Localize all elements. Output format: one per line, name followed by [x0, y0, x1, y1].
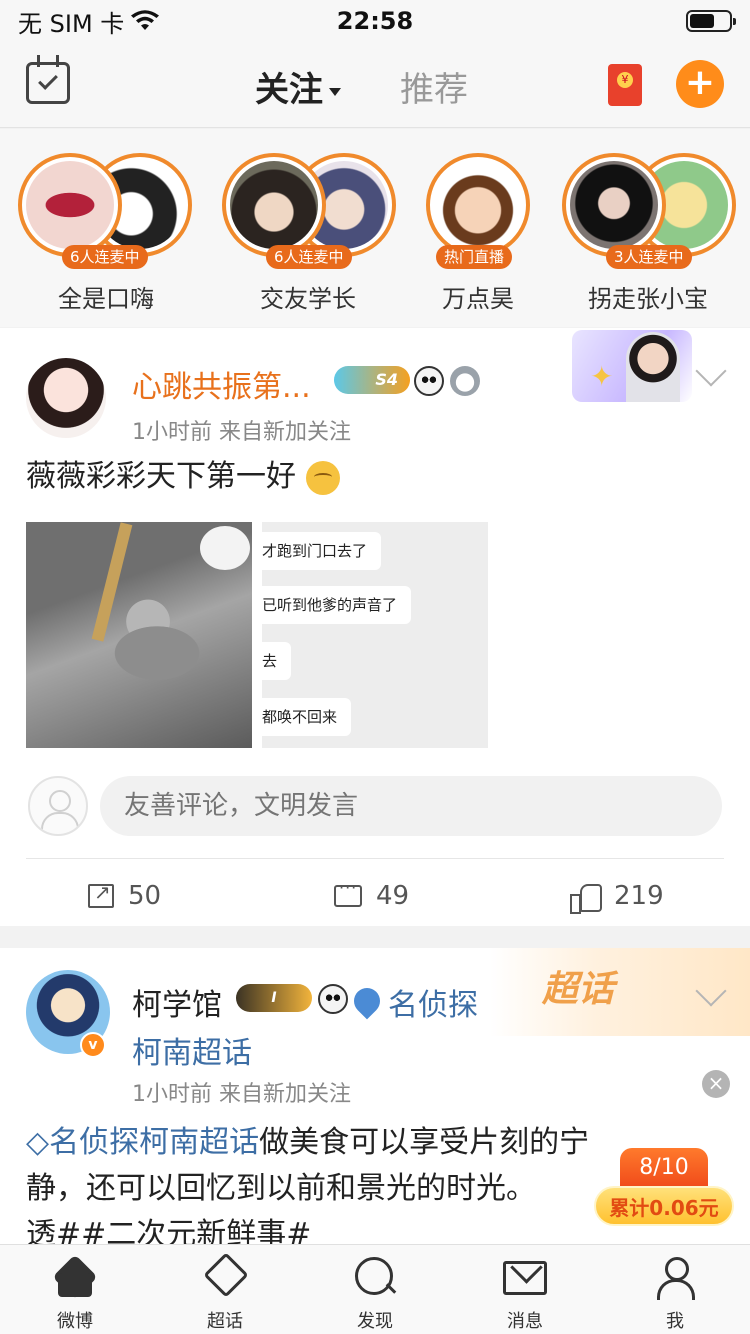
card-decoration: ✦ [572, 330, 692, 402]
level-badge: S4 [334, 366, 410, 394]
red-packet-icon[interactable] [608, 64, 642, 106]
comment-row [26, 776, 722, 836]
bottom-tab-bar: 微博 超话 发现 消息 我 [0, 1244, 750, 1334]
tab-label: 超话 [207, 1311, 243, 1332]
home-icon [54, 1257, 96, 1297]
chat-bubble: 才跑到门口去了 [262, 532, 382, 570]
avatar [426, 153, 530, 257]
supertopic-link[interactable]: 名侦探 [388, 980, 478, 1024]
live-streamer-name: 拐走张小宝 [588, 285, 708, 313]
tab-me[interactable]: 我 [600, 1245, 750, 1334]
live-streamer-name: 全是口嗨 [58, 285, 154, 313]
post-body: 静，还可以回忆到以前和景光的时光。 [26, 1171, 536, 1206]
repost-button[interactable]: 50 [88, 876, 161, 916]
thumbs-up-icon [570, 882, 602, 914]
panda-icon [318, 984, 348, 1014]
chevron-down-icon[interactable] [695, 355, 727, 387]
topic-link[interactable]: ◇名侦探柯南超话 [26, 1125, 259, 1160]
sparkle-icon: ✦ [590, 360, 614, 393]
repost-icon [88, 880, 114, 908]
chat-bubble: 去 [262, 642, 292, 680]
post-username[interactable]: 心跳共振第... [132, 362, 311, 406]
post-text: ◇名侦探柯南超话做美食可以享受片刻的宁 [26, 1120, 589, 1166]
live-stream-row: 6人连麦中 全是口嗨 6人连麦中 交友学长 热门直播 万点昊 3人连麦中 拐走张… [0, 129, 750, 327]
tab-label: 发现 [357, 1311, 393, 1332]
comment-input[interactable] [100, 776, 722, 836]
crown-level-badge: I [236, 984, 312, 1012]
post-image[interactable]: 才跑到门口去了 已听到他爹的声音了 去 都唤不回来 [262, 522, 488, 748]
user-icon [655, 1257, 695, 1300]
post-meta: 1小时前 来自新加关注 [132, 420, 351, 445]
supertopic-banner-text: 超话 [542, 969, 615, 1010]
wifi-icon [131, 10, 160, 30]
live-streamer-name: 交友学长 [260, 285, 356, 313]
reward-total: 累计0.06元 [594, 1186, 734, 1226]
avatar [562, 153, 666, 257]
repost-count: 50 [128, 881, 162, 911]
avatar [18, 153, 122, 257]
topic-label: 名侦探柯南超话 [49, 1125, 260, 1160]
reward-progress: 8/10 [620, 1148, 708, 1188]
battery-fill [690, 14, 714, 28]
carrier-info: 无 SIM 卡 [18, 4, 278, 39]
like-button[interactable]: 219 [570, 876, 664, 916]
diamond-icon [202, 1257, 248, 1297]
tab-messages[interactable]: 消息 [450, 1245, 600, 1334]
live-badge: 6人连麦中 [62, 245, 148, 269]
like-count: 219 [614, 881, 664, 911]
comment-button[interactable]: 49 [334, 876, 409, 916]
chat-bubble: 都唤不回来 [262, 698, 352, 736]
battery-icon [686, 10, 736, 32]
status-bar: 无 SIM 卡 22:58 [0, 0, 750, 42]
mail-icon [503, 1261, 547, 1295]
checkin-calendar-icon[interactable] [26, 55, 70, 104]
post-body: 做美食可以享受片刻的宁 [259, 1125, 590, 1160]
live-streamer-name: 万点昊 [442, 285, 514, 313]
carrier-label: 无 SIM 卡 [18, 9, 125, 38]
feed-card: 心跳共振第... S4 ✦ 1小时前 来自新加关注 薇薇彩彩天下第一好 才跑到门… [0, 328, 750, 926]
tab-follow[interactable]: 关注 [253, 62, 341, 117]
tab-discover[interactable]: 发现 [300, 1245, 450, 1334]
live-badge: 6人连麦中 [266, 245, 352, 269]
verified-badge: v [80, 1032, 106, 1058]
chat-bubble: 已听到他爹的声音了 [262, 586, 412, 624]
panda-icon [414, 366, 444, 396]
post-text: 薇薇彩彩天下第一好 [26, 454, 340, 500]
live-badge: 热门直播 [436, 245, 513, 269]
compose-plus-button[interactable]: + [676, 60, 724, 108]
live-badge: 3人连麦中 [606, 245, 692, 269]
close-icon[interactable]: × [702, 1070, 730, 1098]
avatar [222, 153, 326, 257]
supertopic-icon [348, 982, 386, 1020]
comment-count: 49 [376, 881, 410, 911]
avatar[interactable] [26, 358, 106, 438]
supertopic-link[interactable]: 柯南超话 [132, 1028, 252, 1072]
post-meta: 1小时前 来自新加关注 [132, 1082, 351, 1107]
topic-link[interactable]: 透##二次元新鲜事# [26, 1212, 311, 1244]
tab-label: 微博 [57, 1311, 93, 1332]
tab-label: 消息 [507, 1311, 543, 1332]
user-placeholder-icon [28, 776, 88, 836]
caret-down-icon [329, 87, 341, 96]
search-icon [355, 1257, 395, 1297]
tab-follow-label: 关注 [255, 70, 323, 110]
tab-supertopic[interactable]: 超话 [150, 1245, 300, 1334]
cat-icon [450, 366, 480, 396]
divider [26, 858, 724, 859]
comment-icon [334, 878, 362, 907]
tab-weibo[interactable]: 微博 [0, 1245, 150, 1334]
top-nav: 关注 推荐 + [0, 42, 750, 128]
reward-widget[interactable]: 8/10 累计0.06元 [594, 1148, 734, 1228]
post-body: 薇薇彩彩天下第一好 [26, 459, 296, 494]
sleepy-emoji-icon [305, 460, 340, 495]
tab-recommend[interactable]: 推荐 [400, 62, 468, 111]
post-image[interactable] [26, 522, 252, 748]
tab-label: 我 [666, 1311, 684, 1332]
post-username[interactable]: 柯学馆 [132, 980, 222, 1024]
